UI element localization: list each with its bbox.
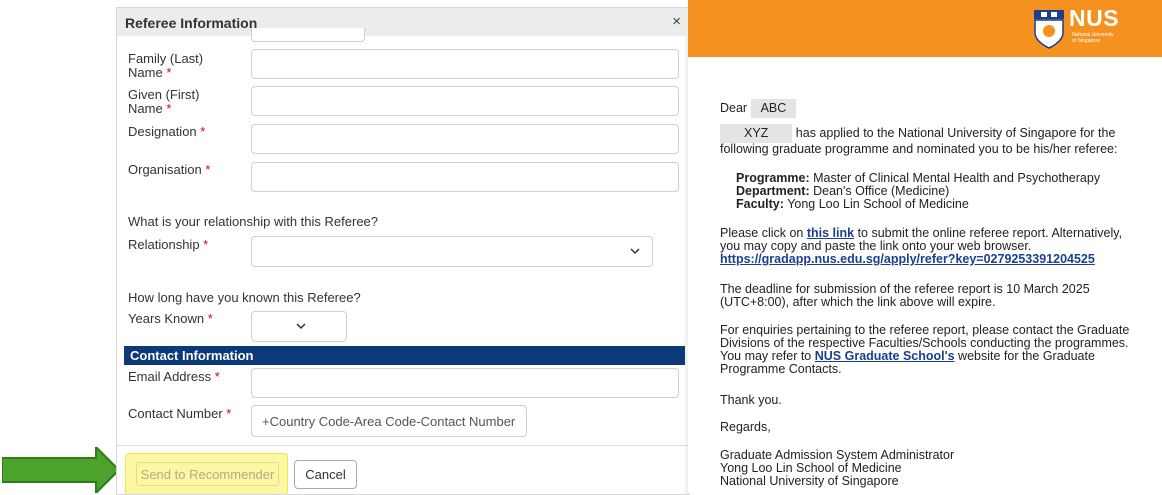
relationship-label: Relationship * bbox=[128, 237, 209, 252]
years-question: How long have you known this Referee? bbox=[128, 290, 361, 305]
email-header: NUS National University of Singapore bbox=[688, 0, 1162, 57]
link-paragraph: Please click on this link to submit the … bbox=[720, 226, 1123, 266]
given-name-label: Given (First) Name * bbox=[128, 87, 200, 116]
nus-logo: NUS National University of Singapore bbox=[1032, 5, 1152, 49]
contact-number-label: Contact Number * bbox=[128, 406, 232, 421]
email-label: Email Address * bbox=[128, 369, 220, 384]
thank-you: Thank you. bbox=[720, 393, 782, 407]
referee-url-link[interactable]: https://gradapp.nus.edu.sg/apply/refer?k… bbox=[720, 252, 1095, 266]
contact-number-input[interactable]: +Country Code-Area Code-Contact Number bbox=[251, 405, 527, 437]
send-button-label: Send to Recommender bbox=[136, 462, 279, 486]
contact-number-placeholder: +Country Code-Area Code-Contact Number bbox=[262, 414, 516, 429]
nus-graduate-school-link[interactable]: NUS Graduate School's bbox=[815, 349, 955, 363]
organisation-label: Organisation * bbox=[128, 162, 211, 177]
nus-logo-text: NUS bbox=[1069, 5, 1120, 31]
email-input[interactable] bbox=[251, 368, 679, 398]
signature: Graduate Admission System Administrator … bbox=[720, 448, 955, 488]
scrolled-input-edge[interactable] bbox=[251, 28, 365, 42]
intro-paragraph: XYZ has applied to the National Universi… bbox=[720, 124, 1118, 156]
enquiries-paragraph: For enquiries pertaining to the referee … bbox=[720, 323, 1130, 376]
given-name-input[interactable] bbox=[251, 86, 679, 116]
designation-label: Designation * bbox=[128, 124, 206, 139]
close-icon[interactable]: × bbox=[672, 13, 681, 30]
organisation-input[interactable] bbox=[251, 162, 679, 192]
this-link[interactable]: this link bbox=[807, 226, 854, 240]
applicant-name: XYZ bbox=[720, 124, 793, 143]
send-to-recommender-button[interactable]: Send to Recommender bbox=[125, 453, 288, 494]
salutation: Dear ABC bbox=[720, 99, 797, 118]
referee-information-modal: Referee Information × Family (Last) Name… bbox=[116, 7, 690, 495]
modal-footer-divider bbox=[117, 445, 689, 446]
years-known-label: Years Known * bbox=[128, 311, 213, 326]
nus-crest-icon bbox=[1034, 10, 1064, 49]
chevron-down-icon bbox=[296, 323, 306, 330]
referee-email: NUS National University of Singapore Dear… bbox=[688, 0, 1162, 493]
deadline-paragraph: The deadline for submission of the refer… bbox=[720, 282, 1090, 309]
cancel-button[interactable]: Cancel bbox=[294, 460, 357, 489]
programme-details: Programme: Master of Clinical Mental Hea… bbox=[736, 171, 1101, 211]
nus-logo-subtitle: National University of Singapore bbox=[1072, 32, 1114, 44]
modal-title: Referee Information bbox=[125, 15, 258, 31]
modal-header: Referee Information × bbox=[117, 8, 689, 36]
recipient-name: ABC bbox=[750, 99, 797, 118]
green-arrow-icon bbox=[2, 447, 120, 493]
contact-information-header: Contact Information bbox=[124, 346, 685, 365]
years-known-select[interactable] bbox=[251, 311, 347, 342]
chevron-down-icon bbox=[630, 248, 640, 255]
regards: Regards, bbox=[720, 420, 771, 434]
relationship-select[interactable] bbox=[251, 236, 653, 267]
designation-input[interactable] bbox=[251, 124, 679, 154]
family-name-label: Family (Last) Name * bbox=[128, 51, 204, 80]
relationship-question: What is your relationship with this Refe… bbox=[128, 214, 379, 229]
family-name-input[interactable] bbox=[251, 49, 679, 79]
